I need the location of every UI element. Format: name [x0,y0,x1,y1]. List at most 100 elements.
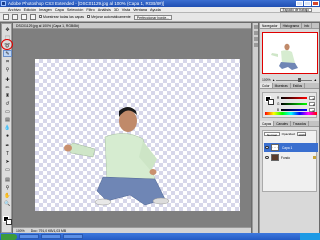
navigator-zoom-value[interactable]: 100% [262,78,271,82]
tab-swatches[interactable]: Muestras [273,83,291,88]
tab-styles[interactable]: Estilos [291,83,306,88]
tools-panel: ✥ ⬚ ➰ ✎ ⌗ ⚲ ✚ ✏ ♜ ↺ ▭ ▤ 💧 ● ✒ T ➤ ▭ ▤ ⚲ … [1,23,12,233]
blend-mode-select[interactable]: Normal [264,132,280,137]
taskbar-item[interactable] [19,234,39,239]
type-tool-icon[interactable]: T [3,150,12,157]
menu-view[interactable]: Vista [122,8,130,12]
menu-edit[interactable]: Edición [24,8,36,12]
navigator-view-box[interactable] [262,32,318,74]
sample-all-checkbox[interactable] [39,15,42,18]
background-color-swatch[interactable] [6,219,12,225]
opacity-value[interactable]: 100% [297,132,307,137]
zoom-slider[interactable] [276,78,312,82]
move-tool-icon[interactable]: ✥ [3,26,12,33]
shape-tool-icon[interactable]: ▭ [3,166,12,173]
g-slider[interactable] [281,102,308,105]
menu-file[interactable]: Archivo [8,8,21,12]
auto-enhance-checkbox[interactable] [87,15,91,18]
color-tabs: Color Muestras Estilos [260,83,319,89]
layer-row[interactable]: Capa 1 [264,143,318,152]
quick-selection-tool-icon[interactable] [3,14,9,20]
zoom-out-icon[interactable]: ▴ [273,78,275,82]
menu-window[interactable]: Ventana [133,8,147,12]
eyedropper-alt-tool-icon[interactable]: ⚲ [3,184,12,191]
r-value[interactable]: 0 [309,95,316,101]
tab-color[interactable]: Color [260,83,273,88]
refine-edge-button[interactable]: Perfeccionar borde... [133,14,173,20]
actions-icon[interactable] [254,31,258,35]
dodge-tool-icon[interactable]: ● [3,132,12,139]
collapsed-panel-dock [252,23,258,233]
menu-3d[interactable]: 3D [114,8,119,12]
b-value[interactable]: 0 [309,107,316,113]
color-spectrum[interactable] [265,112,317,115]
b-slider[interactable] [281,108,308,111]
brushes-icon[interactable] [254,37,258,41]
taskbar-item[interactable] [63,234,83,239]
document-window[interactable]: DSC01129.jpg al 100% (Capa 1, RGB/8#) 10… [13,23,251,233]
pen-tool-icon[interactable]: ✒ [3,142,12,149]
close-button[interactable] [312,1,319,6]
person-cutout [64,107,170,206]
tab-info[interactable]: Info [302,23,313,28]
menu-select[interactable]: Selección [67,8,83,12]
navigator-preview[interactable] [262,32,318,74]
new-selection-icon[interactable] [12,14,18,20]
subtract-selection-icon[interactable] [30,14,36,20]
history-brush-tool-icon[interactable]: ↺ [3,100,12,107]
layer-row[interactable]: Fondo [264,153,318,162]
gradient-tool-icon[interactable]: ▤ [3,116,12,123]
add-selection-icon[interactable] [21,14,27,20]
hand-tool-icon[interactable]: ✋ [3,192,12,199]
layer-name: Fondo [281,155,291,160]
taskbar-item[interactable] [41,234,61,239]
crop-tool-icon[interactable]: ⌗ [3,58,12,65]
tab-histogram[interactable]: Histograma [281,23,302,28]
r-slider[interactable] [281,96,308,99]
tab-channels[interactable]: Canales [274,121,291,126]
path-selection-tool-icon[interactable]: ➤ [3,158,12,165]
tab-navigator[interactable]: Navegador [260,23,281,28]
window-title: Adobe Photoshop CS3 Extended - [DSC01129… [8,1,165,6]
minimize-button[interactable] [296,1,303,6]
eyedropper-tool-icon[interactable]: ⚲ [3,66,12,73]
workspace-select[interactable]: Espacio de trabajo [279,8,312,12]
clone-stamp-tool-icon[interactable]: ♜ [3,92,12,99]
history-icon[interactable] [254,25,258,29]
start-button[interactable] [1,233,17,240]
menu-analysis[interactable]: Análisis [98,8,111,12]
brush-tool-icon[interactable]: ✏ [3,84,12,91]
color-bg-swatch[interactable] [268,99,274,105]
notes-tool-icon[interactable]: ▤ [3,176,12,183]
color-panel: R 0 G 0 B 0 [262,92,317,118]
color-row-r: R 0 [277,95,316,101]
menu-image[interactable]: Imagen [39,8,52,12]
document-tab[interactable]: DSC01129.jpg al 100% (Capa 1, RGB/8#) [13,23,251,29]
tab-paths[interactable]: Trazados [291,121,310,126]
tab-layers[interactable]: Capas [260,121,275,126]
maximize-button[interactable] [304,1,311,6]
transparent-canvas[interactable] [35,59,240,211]
quick-selection-tool-icon[interactable]: ✎ [3,50,12,57]
auto-enhance-label: Mejorar automáticamente [91,15,131,19]
navigator-tabs: Navegador Histograma Info [260,23,319,29]
system-tray [300,233,320,240]
menu-layer[interactable]: Capa [55,8,64,12]
eye-icon[interactable] [265,146,269,149]
layers-tabs: Capas Canales Trazados [260,121,319,127]
zoom-in-icon[interactable]: ▲ [314,78,317,82]
menu-filter[interactable]: Filtro [86,8,94,12]
eye-icon[interactable] [265,156,269,159]
right-panels: Navegador Histograma Info 100% ▴ ▲ Color… [259,23,319,233]
healing-brush-tool-icon[interactable]: ✚ [3,76,12,83]
menu-help[interactable]: Ayuda [150,8,161,12]
clone-source-icon[interactable] [254,43,258,47]
color-row-g: G 0 [277,101,316,107]
zoom-tool-icon[interactable]: 🔍 [3,200,12,207]
color-label-g: G [277,101,280,106]
blur-tool-icon[interactable]: 💧 [3,124,12,131]
g-value[interactable]: 0 [309,101,316,107]
opacity-label: Opacidad: [281,132,296,136]
eraser-tool-icon[interactable]: ▭ [3,108,12,115]
layers-panel: Normal Opacidad: 100% Capa 1 Fondo [262,130,318,192]
